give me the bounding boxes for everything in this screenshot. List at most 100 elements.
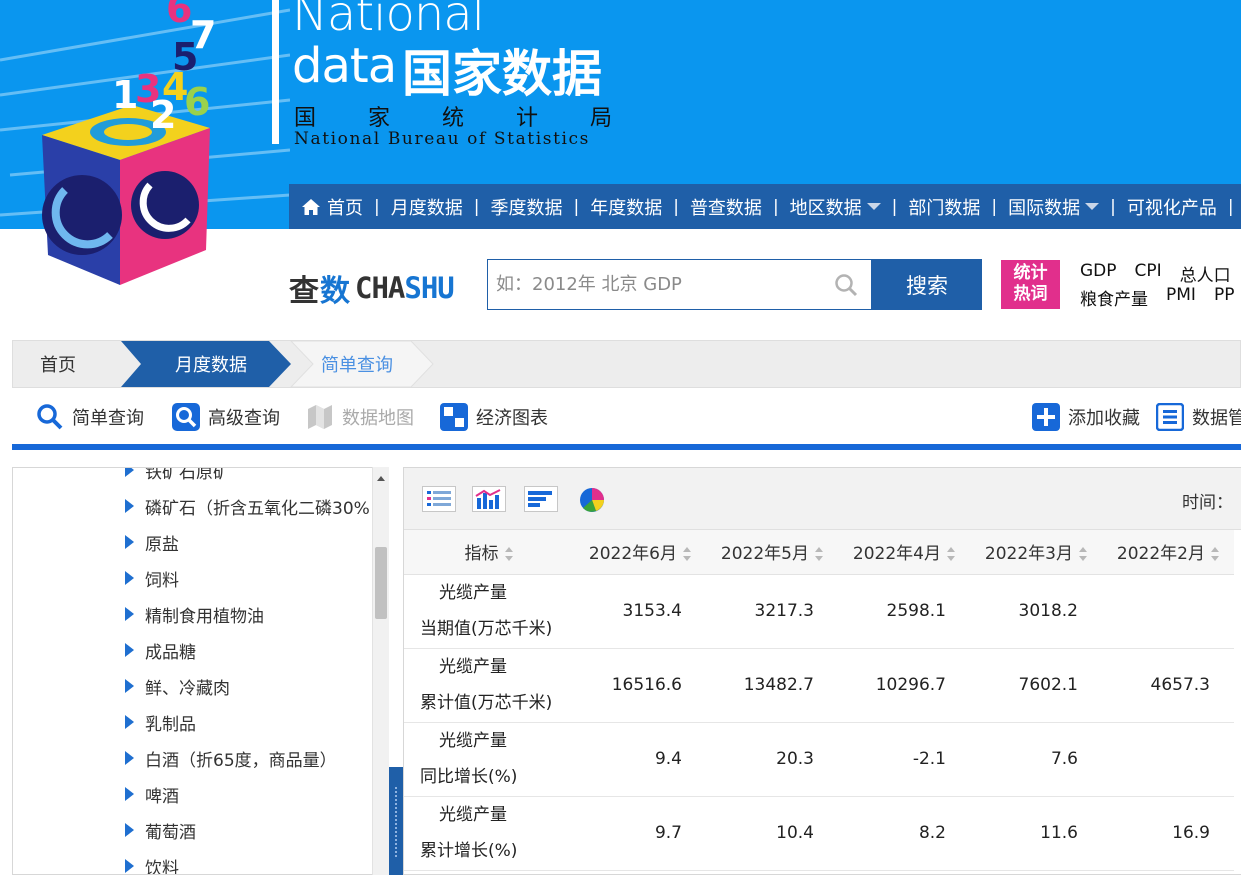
nav-separator: | bbox=[1227, 196, 1234, 217]
nav-departmental[interactable]: 部门数据 bbox=[908, 194, 980, 220]
map-icon bbox=[308, 405, 332, 429]
hot-word-link[interactable]: 总人口 bbox=[1180, 261, 1231, 286]
tree-scrollbar[interactable] bbox=[372, 467, 389, 875]
table-header-row: 指标 2022年6月 2022年5月 2022年4月 2022年3月 2022年… bbox=[404, 530, 1234, 575]
tree-item[interactable]: 饮料 bbox=[125, 853, 179, 874]
simple-query-tab[interactable]: 简单查询 bbox=[36, 403, 144, 431]
hot-word-link[interactable]: 粮食产量 bbox=[1080, 285, 1148, 310]
nav-monthly[interactable]: 月度数据 bbox=[391, 194, 463, 220]
panel-splitter-handle[interactable] bbox=[389, 767, 403, 875]
tree-item-label: 精制食用植物油 bbox=[145, 606, 264, 627]
hot-badge-line1: 统计 bbox=[1013, 263, 1048, 283]
hot-words-row2: 粮食产量 PMI PP bbox=[1080, 285, 1241, 310]
advanced-query-tab[interactable]: 高级查询 bbox=[172, 403, 280, 431]
table-cell: 3018.2 bbox=[970, 574, 1102, 649]
sort-icon bbox=[683, 547, 691, 562]
economic-charts-tab[interactable]: 经济图表 bbox=[440, 403, 548, 431]
nav-separator: | bbox=[991, 196, 998, 217]
tree-item[interactable]: 饲料 bbox=[125, 565, 179, 591]
tree-item[interactable]: 葡萄酒 bbox=[125, 817, 196, 843]
indicator-unit: 同比增长(%) bbox=[420, 767, 518, 787]
indicator-unit: 当期值(万芯千米) bbox=[420, 619, 553, 639]
chashu-en-part1: CHA bbox=[355, 271, 405, 305]
query-toolbar: 简单查询 高级查询 数据地图 经济图表 添加收藏 数据管 bbox=[12, 388, 1241, 446]
indicator-name: 光缆产量 bbox=[439, 583, 507, 603]
tree-item[interactable]: 白酒（折65度，商品量） bbox=[125, 745, 337, 771]
chashu-en-part2: SHU bbox=[404, 271, 454, 305]
chart-grid-icon bbox=[440, 403, 468, 431]
breadcrumb-simple-query[interactable]: 简单查询 bbox=[321, 341, 393, 387]
plus-icon bbox=[1032, 403, 1060, 431]
data-manage-button[interactable]: 数据管 bbox=[1156, 403, 1241, 431]
tree-item[interactable]: 乳制品 bbox=[125, 709, 196, 735]
indicator-unit: 累计增长(%) bbox=[420, 841, 518, 861]
column-header-period[interactable]: 2022年4月 bbox=[838, 530, 970, 575]
indicator-name: 光缆产量 bbox=[439, 805, 507, 825]
hot-word-link[interactable]: PMI bbox=[1166, 285, 1196, 310]
search-icon[interactable] bbox=[834, 273, 858, 297]
sort-icon bbox=[1211, 547, 1219, 562]
table-cell: 10296.7 bbox=[838, 648, 970, 723]
table-cell: 13482.7 bbox=[706, 648, 838, 723]
column-header-period[interactable]: 2022年2月 bbox=[1102, 530, 1234, 575]
nav-home[interactable]: 首页 bbox=[301, 194, 363, 220]
nav-annual[interactable]: 年度数据 bbox=[590, 194, 662, 220]
tree-item[interactable]: 鲜、冷藏肉 bbox=[125, 673, 230, 699]
caret-right-icon bbox=[125, 751, 134, 765]
caret-right-icon bbox=[125, 571, 134, 585]
column-header-indicator[interactable]: 指标 bbox=[404, 530, 574, 575]
tree-item-label: 铁矿石原矿 bbox=[145, 467, 230, 483]
bar-chart-icon[interactable] bbox=[472, 486, 506, 512]
data-map-tab[interactable]: 数据地图 bbox=[306, 403, 414, 431]
breadcrumb-monthly[interactable]: 月度数据 bbox=[123, 341, 293, 387]
breadcrumb-home[interactable]: 首页 bbox=[40, 341, 76, 387]
scrollbar-thumb[interactable] bbox=[375, 547, 387, 619]
nav-international[interactable]: 国际数据 bbox=[1008, 194, 1100, 220]
nav-quarterly[interactable]: 季度数据 bbox=[490, 194, 562, 220]
cube-logo[interactable]: 6 7 5 1 3 4 6 2 bbox=[0, 0, 290, 290]
tree-item[interactable]: 精制食用植物油 bbox=[125, 601, 264, 627]
time-selector-label[interactable]: 时间： bbox=[1182, 488, 1233, 513]
table-cell: 16516.6 bbox=[574, 648, 706, 723]
table-cell: 3217.3 bbox=[706, 574, 838, 649]
table-cell: 7602.1 bbox=[970, 648, 1102, 723]
table-view-icon[interactable] bbox=[422, 486, 456, 512]
economic-charts-label: 经济图表 bbox=[476, 408, 548, 429]
tree-item[interactable]: 铁矿石原矿 bbox=[125, 467, 230, 483]
logo-digit: 6 bbox=[184, 80, 210, 124]
caret-right-icon bbox=[125, 499, 134, 513]
tree-item[interactable]: 磷矿石（折含五氧化二磷30% bbox=[125, 493, 370, 519]
table-cell bbox=[1102, 722, 1234, 797]
org-char: 局 bbox=[589, 106, 612, 131]
view-toolbar: 时间： bbox=[404, 468, 1241, 530]
hot-word-link[interactable]: PP bbox=[1214, 285, 1235, 310]
table-cell bbox=[1102, 574, 1234, 649]
column-header-period[interactable]: 2022年3月 bbox=[970, 530, 1102, 575]
search-input[interactable] bbox=[488, 260, 828, 309]
add-favorite-button[interactable]: 添加收藏 bbox=[1032, 403, 1140, 431]
hot-word-link[interactable]: CPI bbox=[1135, 261, 1162, 286]
table-cell: 8.2 bbox=[838, 796, 970, 871]
table-row: 光缆产量 同比增长(%) 9.4 20.3 -2.1 7.6 bbox=[404, 722, 1234, 797]
chashu-logo[interactable]: 查数 CHASHU bbox=[289, 266, 455, 310]
nav-census[interactable]: 普查数据 bbox=[690, 194, 762, 220]
sort-icon bbox=[1079, 547, 1087, 562]
nav-regional[interactable]: 地区数据 bbox=[790, 194, 881, 220]
column-header-period[interactable]: 2022年5月 bbox=[706, 530, 838, 575]
tree-item[interactable]: 成品糖 bbox=[125, 637, 196, 663]
tree-item[interactable]: 原盐 bbox=[125, 529, 179, 555]
chashu-cn-part1: 查 bbox=[289, 274, 320, 309]
table-cell: 2598.1 bbox=[838, 574, 970, 649]
horizontal-bar-icon[interactable] bbox=[524, 486, 558, 512]
scroll-up-arrow-icon[interactable] bbox=[377, 476, 385, 481]
tree-item[interactable]: 啤酒 bbox=[125, 781, 179, 807]
nav-separator: | bbox=[673, 196, 679, 217]
pie-chart-icon[interactable] bbox=[578, 486, 606, 514]
hot-word-link[interactable]: GDP bbox=[1080, 261, 1117, 286]
tree-item-label: 乳制品 bbox=[145, 714, 196, 735]
nav-visualization[interactable]: 可视化产品 bbox=[1127, 194, 1217, 220]
search-button[interactable]: 搜索 bbox=[872, 259, 982, 310]
column-header-period[interactable]: 2022年6月 bbox=[574, 530, 706, 575]
nav-separator: | bbox=[891, 196, 898, 217]
chevron-down-icon bbox=[866, 203, 881, 210]
